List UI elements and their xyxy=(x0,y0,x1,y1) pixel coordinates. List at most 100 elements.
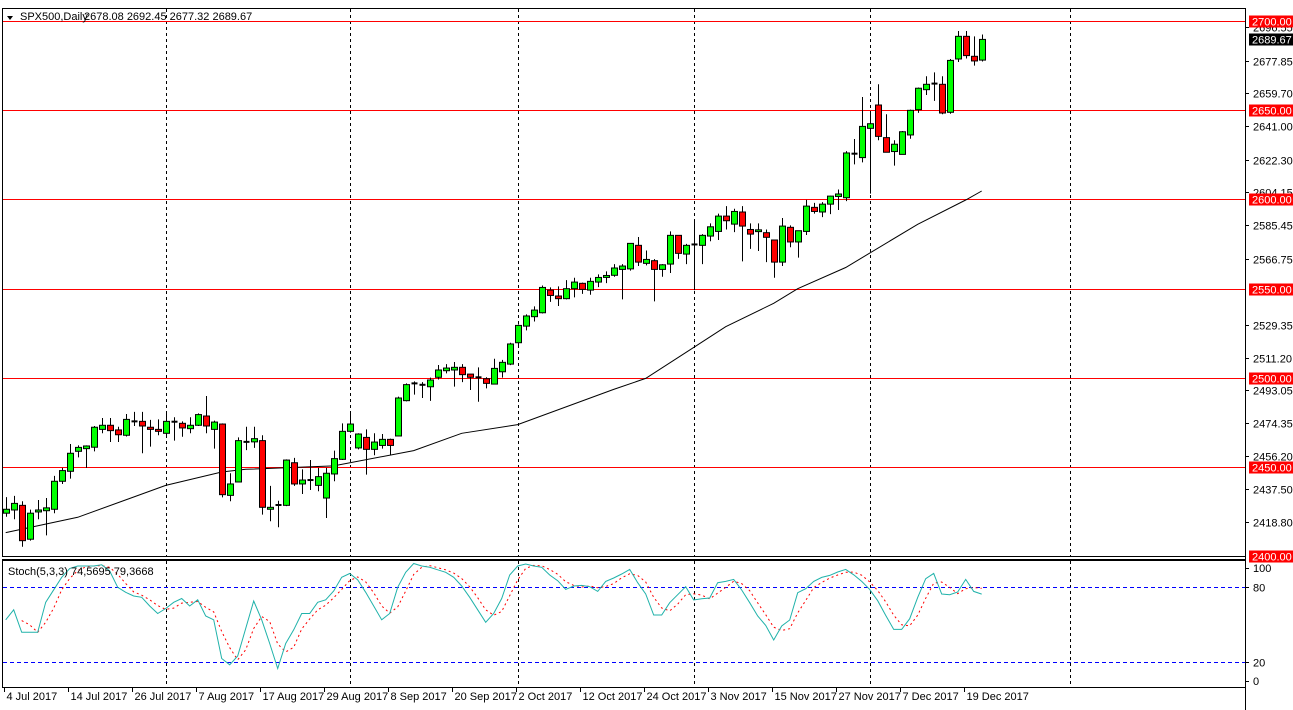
candle-bull xyxy=(235,440,242,483)
candle-bear xyxy=(459,366,466,376)
candle-bull xyxy=(835,193,842,197)
stoch-tick-label: 0 xyxy=(1253,676,1259,688)
candle-bull xyxy=(979,38,986,61)
time-tick-label: 17 Aug 2017 xyxy=(263,691,325,703)
candle-bear xyxy=(467,373,474,378)
price-tick-label: 2585.45 xyxy=(1253,221,1293,233)
current-price-label: 2689.67 xyxy=(1252,35,1292,47)
candle-bear xyxy=(675,234,682,254)
candle-bull xyxy=(803,205,810,232)
candle-bear xyxy=(771,239,778,263)
price-tick-label: 2493.05 xyxy=(1253,386,1293,398)
candle-bull xyxy=(403,384,410,402)
price-tick-label: 2659.70 xyxy=(1253,89,1293,101)
candle-bear xyxy=(259,440,266,508)
price-tick-label: 2566.75 xyxy=(1253,255,1293,267)
candle-bull xyxy=(3,508,10,514)
candle-bear xyxy=(483,378,490,384)
candle-bull xyxy=(859,125,866,159)
candle-bull xyxy=(667,234,674,265)
candle-bull xyxy=(347,423,354,432)
candle-bear xyxy=(203,415,210,427)
candle-bull xyxy=(299,479,306,485)
candle-bear xyxy=(291,462,298,485)
candle-bull xyxy=(795,230,802,243)
time-tick-label: 29 Aug 2017 xyxy=(327,691,389,703)
candle-bull xyxy=(523,315,530,327)
stoch-label: Stoch(5,3,3) 74,5695 79,3668 xyxy=(8,566,154,578)
time-tick-label: 15 Nov 2017 xyxy=(775,691,837,703)
candle-bull xyxy=(35,509,42,513)
level-label: 2550.00 xyxy=(1252,285,1292,297)
candle-bear xyxy=(963,35,970,57)
price-tick-label: 2641.00 xyxy=(1253,122,1293,134)
candle-bull xyxy=(499,361,506,373)
candle-bear xyxy=(747,228,754,235)
candle-bull xyxy=(27,512,34,540)
candle-bull xyxy=(211,421,218,430)
candle-bull xyxy=(699,234,706,246)
level-label: 2650.00 xyxy=(1252,106,1292,118)
candle-bear xyxy=(763,232,770,238)
candle-bear xyxy=(107,424,114,432)
candle-bear xyxy=(971,55,978,62)
time-tick-label: 12 Oct 2017 xyxy=(583,691,643,703)
level-label: 2500.00 xyxy=(1252,374,1292,386)
time-tick-label: 14 Jul 2017 xyxy=(71,691,128,703)
candle-bull xyxy=(603,274,610,278)
candle-bull xyxy=(435,369,442,378)
price-chart[interactable]: 2696.552677.852659.702641.002622.302604.… xyxy=(0,0,1293,710)
candle-bull xyxy=(67,452,74,472)
candle-bear xyxy=(363,436,370,450)
candle-bull xyxy=(267,506,274,510)
candle-bear xyxy=(787,226,794,243)
candle-bull xyxy=(907,109,914,136)
candle-bull xyxy=(611,267,618,276)
candle-bull xyxy=(283,459,290,506)
stoch-tick-label: 100 xyxy=(1253,563,1271,575)
candle-bear xyxy=(179,422,186,429)
candle-bull xyxy=(43,507,50,512)
price-tick-label: 2474.35 xyxy=(1253,419,1293,431)
candle-bull xyxy=(915,87,922,111)
candle-bear xyxy=(147,426,154,430)
candle-bull xyxy=(91,426,98,448)
price-tick-label: 2677.85 xyxy=(1253,57,1293,69)
candle-bear xyxy=(387,438,394,446)
candle-bull xyxy=(507,343,514,365)
time-tick-label: 7 Aug 2017 xyxy=(199,691,255,703)
candle-bear xyxy=(19,504,26,542)
candle-bull xyxy=(947,59,954,113)
price-tick-label: 2418.80 xyxy=(1253,518,1293,530)
time-axis[interactable]: 4 Jul 2017 14 Jul 2017 26 Jul 2017 7 Aug 20… xyxy=(4,688,1029,703)
candle-bull xyxy=(571,281,578,290)
candle-bull xyxy=(539,286,546,314)
candle-bull xyxy=(715,215,722,232)
time-tick-label: 7 Dec 2017 xyxy=(903,691,959,703)
level-label: 2700.00 xyxy=(1252,17,1292,29)
candle-bull xyxy=(323,472,330,499)
time-tick-label: 19 Dec 2017 xyxy=(967,691,1029,703)
candle-bull xyxy=(315,476,322,486)
candle-bull xyxy=(443,367,450,372)
candle-bear xyxy=(811,206,818,212)
candle-bear xyxy=(115,429,122,436)
candle-bull xyxy=(779,225,786,263)
candle-bull xyxy=(59,470,66,482)
candle-bull xyxy=(515,324,522,344)
candle-bull xyxy=(187,424,194,430)
candle-bull xyxy=(395,397,402,437)
candle-bull xyxy=(371,441,378,450)
candle-bear xyxy=(219,423,226,496)
candle-bear xyxy=(155,428,162,432)
candle-bull xyxy=(627,242,634,270)
candle-bull xyxy=(11,502,18,511)
price-tick-label: 2622.30 xyxy=(1253,156,1293,168)
candle-bull xyxy=(755,229,762,233)
candle-bull xyxy=(51,480,58,510)
candle-bull xyxy=(867,123,874,129)
time-tick-label: 26 Jul 2017 xyxy=(135,691,192,703)
symbol-label: SPX500,Daily xyxy=(20,11,88,23)
candle-bull xyxy=(531,309,538,318)
candle-bear xyxy=(139,420,146,427)
